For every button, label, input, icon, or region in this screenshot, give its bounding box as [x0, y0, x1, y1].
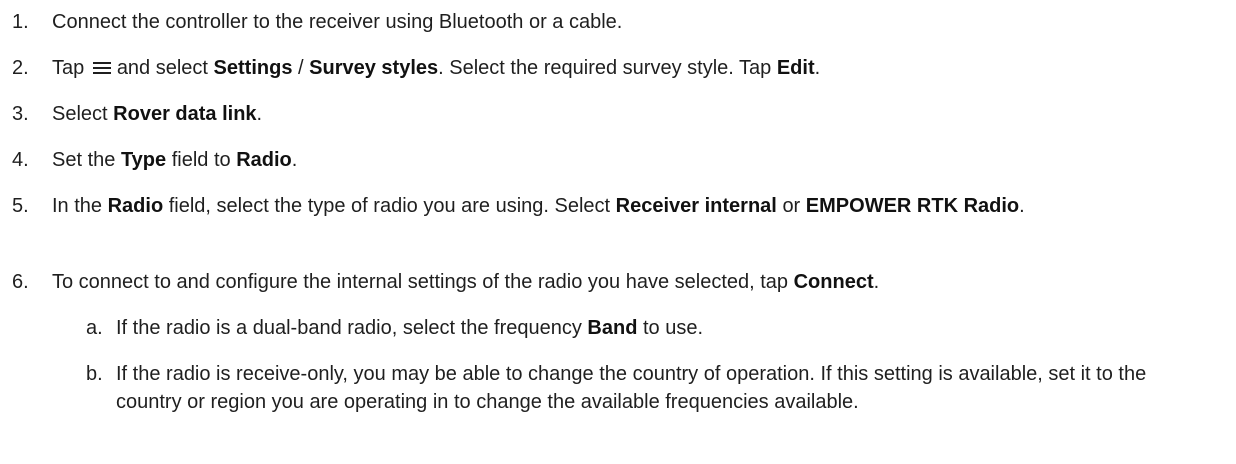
- ui-term-connect: Connect: [793, 271, 874, 293]
- step-number: 6.: [12, 271, 29, 293]
- step-6: 6. To connect to and configure the inter…: [12, 268, 1216, 296]
- substep-text: If the radio is receive-only, you may be…: [116, 363, 1147, 413]
- ui-term-band: Band: [587, 317, 638, 339]
- substep-a: a. If the radio is a dual-band radio, se…: [86, 314, 1216, 342]
- ui-term-survey-styles: Survey styles: [309, 57, 439, 79]
- step-text: Connect the controller to the receiver u…: [52, 11, 623, 33]
- step-2: 2. Tap and select Settings / Survey styl…: [12, 54, 1216, 82]
- procedure-document: 1. Connect the controller to the receive…: [0, 0, 1236, 464]
- ui-term-radio-field: Radio: [107, 195, 164, 217]
- step-number: 2.: [12, 57, 29, 79]
- ui-term-receiver-internal: Receiver internal: [615, 195, 777, 217]
- ui-term-rover-data-link: Rover data link: [113, 103, 257, 125]
- step-5: 5. In the Radio field, select the type o…: [12, 192, 1216, 220]
- substep-letter: b.: [86, 363, 103, 385]
- step-text: In the Radio field, select the type of r…: [52, 195, 1025, 217]
- step-number: 5.: [12, 195, 29, 217]
- step-text: Select Rover data link.: [52, 103, 263, 125]
- step-4: 4. Set the Type field to Radio.: [12, 146, 1216, 174]
- ui-term-edit: Edit: [776, 57, 815, 79]
- step-text: Set the Type field to Radio.: [52, 149, 298, 171]
- step-text: To connect to and configure the internal…: [52, 271, 880, 293]
- substep-b: b. If the radio is receive-only, you may…: [86, 360, 1216, 416]
- ui-term-type: Type: [120, 149, 167, 171]
- ui-term-radio: Radio: [236, 149, 292, 171]
- step-number: 4.: [12, 149, 29, 171]
- ui-term-settings: Settings: [213, 57, 293, 79]
- step-number: 1.: [12, 11, 29, 33]
- step-3: 3. Select Rover data link.: [12, 100, 1216, 128]
- substep-text: If the radio is a dual-band radio, selec…: [116, 317, 704, 339]
- step-1: 1. Connect the controller to the receive…: [12, 8, 1216, 36]
- step-number: 3.: [12, 103, 29, 125]
- hamburger-menu-icon: [92, 61, 111, 75]
- ui-term-empower-rtk-radio: EMPOWER RTK Radio: [805, 195, 1020, 217]
- step-text: Tap and select Settings / Survey styles.…: [52, 57, 821, 79]
- substep-letter: a.: [86, 317, 103, 339]
